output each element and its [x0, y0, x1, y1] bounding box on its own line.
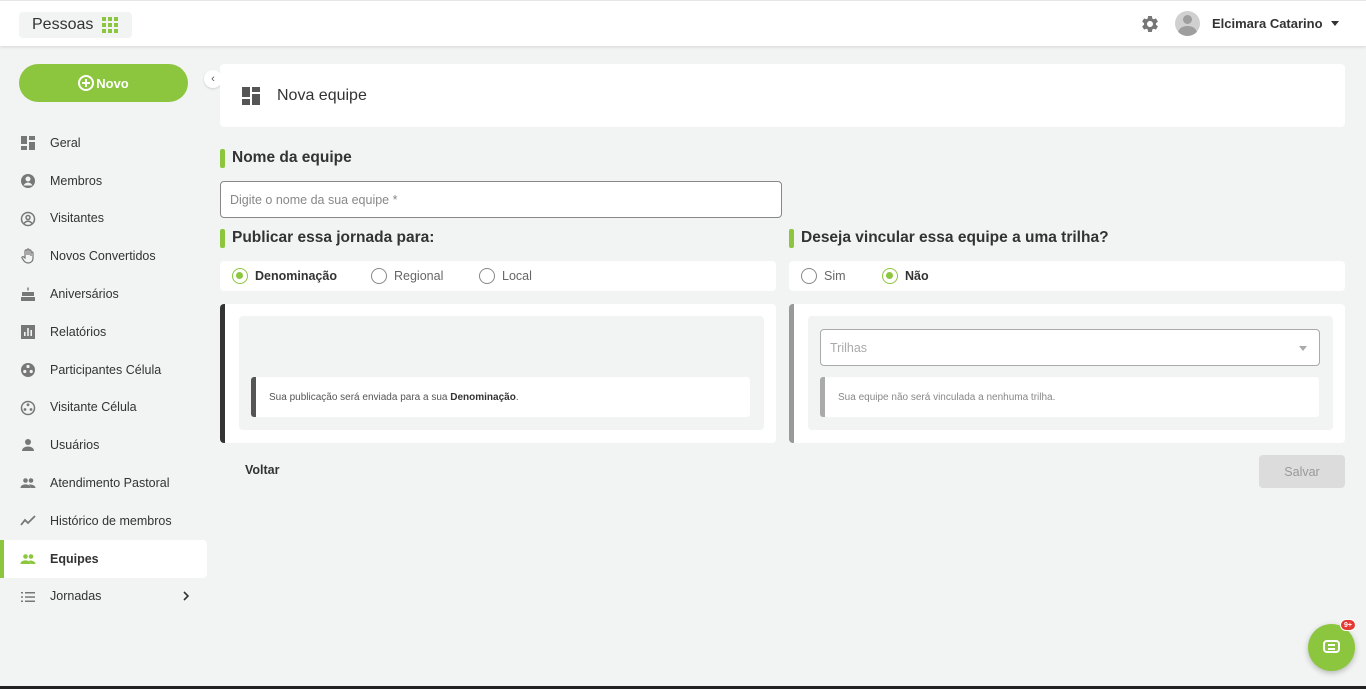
sidebar-item-participantes-celula[interactable]: Participantes Célula [0, 351, 207, 389]
chat-button[interactable] [1308, 624, 1355, 671]
sidebar-item-geral[interactable]: Geral [0, 124, 207, 162]
radio-label: Denominação [255, 269, 337, 283]
radio-sim[interactable]: Sim [801, 268, 846, 284]
sidebar-item-atendimento-pastoral[interactable]: Atendimento Pastoral [0, 464, 207, 502]
radio-unchecked-icon [801, 268, 817, 284]
back-button[interactable]: Voltar [245, 463, 280, 477]
radio-checked-icon [232, 268, 248, 284]
sidebar-item-relatorios[interactable]: Relatórios [0, 313, 207, 351]
radio-unchecked-icon [479, 268, 495, 284]
sidebar-item-label: Usuários [50, 438, 100, 453]
sidebar-item-label: Novos Convertidos [50, 249, 156, 264]
radio-nao[interactable]: Não [882, 268, 929, 284]
trail-select-placeholder: Trilhas [830, 340, 868, 355]
publish-note-text: Sua publicação será enviada para a sua D… [269, 391, 519, 403]
sidebar-item-novos-convertidos[interactable]: Novos Convertidos [0, 237, 207, 275]
team-icon [20, 553, 36, 564]
sidebar-item-label: Atendimento Pastoral [50, 476, 170, 491]
sidebar-item-label: Membros [50, 173, 103, 188]
publish-options: Denominação Regional Local [220, 261, 776, 291]
account-circle-icon [21, 173, 35, 188]
chat-icon [1323, 640, 1340, 653]
sidebar-item-label: Jornadas [50, 589, 102, 604]
grid-icon[interactable] [102, 17, 118, 33]
sidebar-item-equipes[interactable]: Equipes [0, 539, 207, 578]
person-icon [22, 439, 34, 452]
sidebar-item-visitantes[interactable]: Visitantes [0, 200, 207, 238]
caret-down-icon [1299, 346, 1307, 351]
team-name-input[interactable] [220, 181, 782, 218]
sidebar-item-label: Equipes [50, 551, 99, 566]
new-button-label: Novo [96, 75, 129, 91]
radio-label: Não [905, 269, 929, 283]
app-title[interactable]: Pessoas [19, 12, 132, 38]
trail-note-text: Sua equipe não será vinculada a nenhuma … [838, 391, 1056, 403]
publish-card-inner: Sua publicação será enviada para a sua D… [239, 316, 764, 430]
radio-local[interactable]: Local [479, 268, 532, 284]
top-bar: Pessoas Elcimara Catarino [0, 0, 1366, 46]
sidebar-nav: Geral Membros Visitantes Novos Convertid… [0, 124, 207, 615]
app-title-text: Pessoas [32, 16, 94, 33]
sidebar-item-visitante-celula[interactable]: Visitante Célula [0, 389, 207, 427]
sidebar-item-label: Aniversários [50, 287, 119, 302]
sidebar-item-usuarios[interactable]: Usuários [0, 426, 207, 464]
sidebar-item-label: Relatórios [50, 324, 107, 339]
notification-badge: 9+ [1340, 619, 1356, 631]
radio-label: Regional [394, 269, 444, 283]
list-icon [21, 591, 35, 602]
trail-card: Sua equipe não será vinculada a nenhuma … [789, 304, 1345, 443]
trail-options: Sim Não [789, 261, 1345, 291]
publish-note: Sua publicação será enviada para a sua D… [251, 377, 750, 417]
account-outline-icon [20, 211, 36, 226]
bar-chart-icon [21, 324, 35, 339]
caret-down-icon[interactable] [1331, 21, 1339, 26]
chevron-right-icon[interactable] [180, 590, 192, 602]
trail-section-title: Deseja vincular essa equipe a uma trilha… [789, 229, 1109, 248]
user-name[interactable]: Elcimara Catarino [1212, 16, 1323, 31]
hand-icon [21, 248, 34, 264]
new-button[interactable]: Novo [19, 64, 188, 102]
sidebar-item-label: Histórico de membros [50, 513, 172, 528]
trail-select[interactable]: Trilhas [820, 329, 1320, 366]
sidebar-item-label: Visitante Célula [50, 400, 137, 415]
sidebar-item-membros[interactable]: Membros [0, 162, 207, 200]
sidebar-item-label: Visitantes [50, 211, 104, 226]
sidebar-item-historico-membros[interactable]: Histórico de membros [0, 502, 207, 540]
radio-denominacao[interactable]: Denominação [232, 268, 337, 284]
cake-icon [21, 287, 35, 302]
name-section-title: Nome da equipe [220, 149, 352, 168]
cell-outline-icon [20, 400, 36, 415]
publish-section-title: Publicar essa jornada para: [220, 229, 434, 248]
radio-label: Sim [824, 269, 846, 283]
page-title: Nova equipe [277, 87, 367, 104]
user-avatar[interactable] [1175, 11, 1200, 36]
sidebar-item-jornadas[interactable]: Jornadas [0, 578, 207, 616]
publish-card: Sua publicação será enviada para a sua D… [220, 304, 776, 443]
cell-icon [21, 362, 35, 377]
trend-icon [20, 515, 36, 526]
plus-circle-icon [78, 75, 95, 91]
sidebar-item-label: Geral [50, 135, 81, 150]
radio-checked-icon [882, 268, 898, 284]
radio-label: Local [502, 269, 532, 283]
radio-regional[interactable]: Regional [371, 268, 443, 284]
sidebar-item-aniversarios[interactable]: Aniversários [0, 275, 207, 313]
dashboard-icon [242, 87, 260, 105]
trail-note: Sua equipe não será vinculada a nenhuma … [820, 377, 1319, 417]
page-header: Nova equipe [220, 64, 1345, 127]
dashboard-icon [21, 136, 35, 150]
sidebar-item-label: Participantes Célula [50, 362, 162, 377]
gear-icon[interactable] [1140, 14, 1160, 34]
save-button[interactable]: Salvar [1259, 455, 1345, 488]
radio-unchecked-icon [371, 268, 387, 284]
people-icon [20, 478, 36, 489]
